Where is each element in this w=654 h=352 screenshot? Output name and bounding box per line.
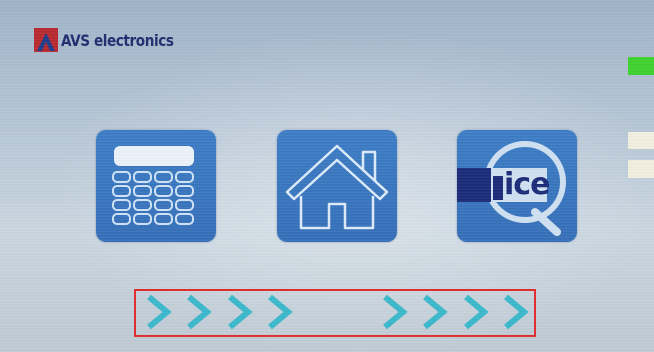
side-indicator-top (628, 132, 654, 149)
chevron-right-icon[interactable] (422, 294, 448, 330)
home-button[interactable] (277, 130, 397, 242)
ice-q-button[interactable]: ice (457, 130, 577, 242)
brand-name: AVS electronics (61, 30, 174, 50)
home-icon (285, 144, 389, 230)
avs-logo-mark-icon (34, 28, 58, 52)
chevron-right-icon[interactable] (267, 294, 293, 330)
calculator-button[interactable] (96, 130, 216, 242)
status-led (628, 57, 654, 75)
ice-q-label: ice (504, 167, 550, 202)
side-indicator-bottom (628, 160, 654, 178)
chevron-right-icon[interactable] (382, 294, 408, 330)
calculator-icon (112, 146, 194, 225)
chevron-right-icon[interactable] (227, 294, 253, 330)
panel-screen: AVS electronics ice (0, 0, 654, 352)
chevron-right-icon[interactable] (186, 294, 212, 330)
brand-logo: AVS electronics (33, 27, 193, 53)
chevron-right-icon[interactable] (503, 294, 529, 330)
chevron-right-icon[interactable] (463, 294, 489, 330)
chevron-right-icon[interactable] (146, 294, 172, 330)
